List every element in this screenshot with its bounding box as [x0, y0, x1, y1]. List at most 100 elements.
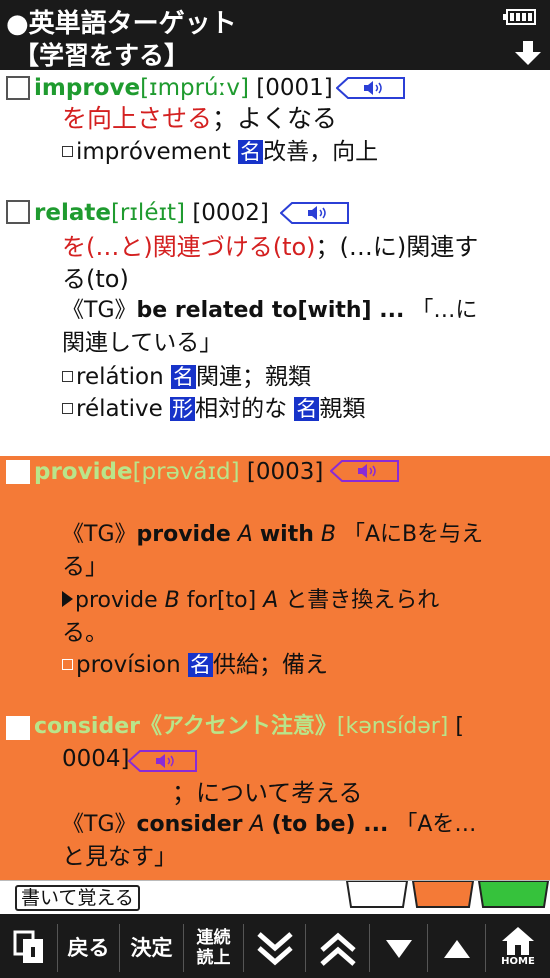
headword: consider: [34, 714, 140, 739]
home-icon: [502, 927, 534, 955]
speaker-icon[interactable]: [128, 750, 198, 772]
back-button[interactable]: 戻る: [58, 924, 120, 972]
speaker-icon[interactable]: [336, 77, 406, 99]
derived-meaning: 供給；備え: [212, 652, 328, 678]
pronunciation: [kənsídər]: [336, 714, 449, 739]
copy-icon: [13, 930, 43, 963]
home-label: HOME: [501, 956, 535, 967]
tg-prefix: 《TG》: [62, 298, 137, 323]
scroll-down-arrow-icon[interactable]: [514, 40, 542, 66]
bullet-icon: [62, 659, 73, 670]
pos-badge: 名: [170, 365, 196, 389]
copy-button[interactable]: [0, 924, 58, 972]
entry-checkbox[interactable]: [6, 76, 30, 100]
back-label: 戻る: [67, 936, 110, 960]
bullet-icon: [62, 371, 73, 382]
alt-var-b: B: [164, 588, 180, 613]
meaning: を向上させる: [62, 104, 213, 133]
tg-phrase: consider: [136, 812, 243, 837]
headword: provide: [34, 459, 133, 485]
pronunciation: [ɪmprúːv]: [140, 75, 249, 101]
derived-meaning: 改善，向上: [263, 139, 379, 165]
tg-rest: (to be) ...: [271, 812, 389, 837]
double-chevron-down-icon: [256, 932, 293, 966]
entry-number: [0001]: [256, 75, 333, 101]
tg-var-a: A: [237, 522, 253, 547]
entry-number: 0004]: [62, 746, 130, 772]
pos-badge: 名: [294, 397, 320, 421]
tg-translation-continued: 関連している」: [62, 330, 223, 356]
derived-meaning: 相対的な: [195, 396, 288, 422]
write-memorize-button[interactable]: 書いて覚える: [15, 885, 140, 911]
derived-word: imprόvement: [76, 139, 231, 165]
ok-button[interactable]: 決定: [120, 924, 184, 972]
entry-checkbox[interactable]: [6, 200, 30, 224]
mode-label: 【学習をする】: [14, 41, 190, 70]
entry-number: [0002]: [192, 200, 269, 226]
bullet-icon: [62, 146, 73, 157]
pos-badge: 名: [238, 140, 264, 164]
entry-number: [0003]: [246, 459, 324, 485]
pos-badge: 形: [170, 397, 196, 421]
alt-translation-continued: る。: [62, 620, 108, 646]
tg-translation: 「AにBを与え: [342, 522, 484, 547]
alt-prep: for[to]: [186, 588, 257, 613]
entry-number-open: [: [455, 714, 464, 739]
speaker-icon[interactable]: [330, 460, 400, 482]
home-button[interactable]: HOME: [486, 924, 550, 972]
speaker-icon[interactable]: [280, 202, 350, 224]
tg-translation-continued: と見なす」: [62, 844, 177, 870]
ok-label: 決定: [130, 936, 173, 960]
derived-meaning: 関連；親類: [195, 364, 311, 390]
meaning-secondary: ；(…に)関連す: [315, 233, 479, 261]
word-entry-provide[interactable]: provide[prəváɪd] [0003] 《TG》provide A wi…: [0, 456, 550, 700]
pronunciation: [rɪléɪt]: [110, 200, 186, 226]
word-list[interactable]: improve[ɪmprúːv] [0001] を向上させる；よくなる impr…: [0, 70, 550, 880]
tg-prefix: 《TG》: [62, 522, 137, 547]
derived-word: relátion: [76, 364, 164, 390]
bottom-toolbar: 戻る 決定 連続 読上 HOME: [0, 914, 550, 978]
entry-checkbox[interactable]: [6, 460, 30, 484]
word-entry-improve[interactable]: improve[ɪmprúːv] [0001] を向上させる；よくなる impr…: [0, 70, 550, 192]
continuous-read-button[interactable]: 連続 読上: [184, 924, 244, 972]
app-header: ●英単語ターゲット 【学習をする】: [0, 0, 550, 70]
tg-phrase: provide: [136, 522, 231, 547]
continuous-label-1: 連続: [196, 928, 231, 948]
accent-note: 《アクセント注意》: [139, 714, 337, 739]
tg-with: with: [259, 522, 314, 547]
triangle-up-icon: [443, 940, 470, 958]
scroll-up-button[interactable]: [428, 924, 486, 972]
write-bar: 書いて覚える: [0, 880, 550, 914]
page-down-button[interactable]: [244, 924, 306, 972]
color-tabs[interactable]: [345, 881, 550, 915]
entry-checkbox[interactable]: [6, 716, 30, 740]
pointer-icon: [62, 591, 73, 607]
tg-phrase: be related to[with] ...: [136, 298, 405, 323]
meaning-secondary: ；よくなる: [212, 104, 338, 133]
headword: relate: [34, 200, 111, 226]
tg-var-a: A: [249, 812, 265, 837]
double-chevron-up-icon: [319, 932, 356, 966]
tg-prefix: 《TG》: [62, 812, 137, 837]
meaning-continued: る(to): [62, 265, 129, 293]
pronunciation: [prəváɪd]: [132, 459, 240, 485]
tg-translation-continued: る」: [62, 554, 108, 580]
scroll-down-button[interactable]: [370, 924, 428, 972]
alt-translation: と書き換えられ: [285, 588, 440, 613]
word-entry-consider[interactable]: consider《アクセント注意》[kənsídər] [ 0004] ；につい…: [0, 700, 550, 880]
battery-icon: [503, 9, 536, 25]
word-entry-relate[interactable]: relate[rɪléɪt] [0002] を(…と)関連づける(to)；(…に…: [0, 192, 550, 456]
meaning-secondary: ；について考える: [172, 779, 363, 807]
alt-var-a: A: [263, 588, 279, 613]
tg-translation: 「…に: [411, 298, 478, 323]
continuous-label-2: 読上: [196, 948, 231, 968]
tg-var-b: B: [320, 522, 336, 547]
alt-phrase: provide: [75, 588, 158, 613]
app-title: ●英単語ターゲット: [6, 9, 237, 39]
bullet-icon: [62, 403, 73, 414]
tg-translation: 「Aを…: [395, 812, 477, 837]
meaning: を(…と)関連づける(to): [62, 233, 316, 261]
derived-word: provísion: [76, 652, 181, 678]
derived-meaning: 親類: [319, 396, 366, 422]
page-up-button[interactable]: [306, 924, 370, 972]
